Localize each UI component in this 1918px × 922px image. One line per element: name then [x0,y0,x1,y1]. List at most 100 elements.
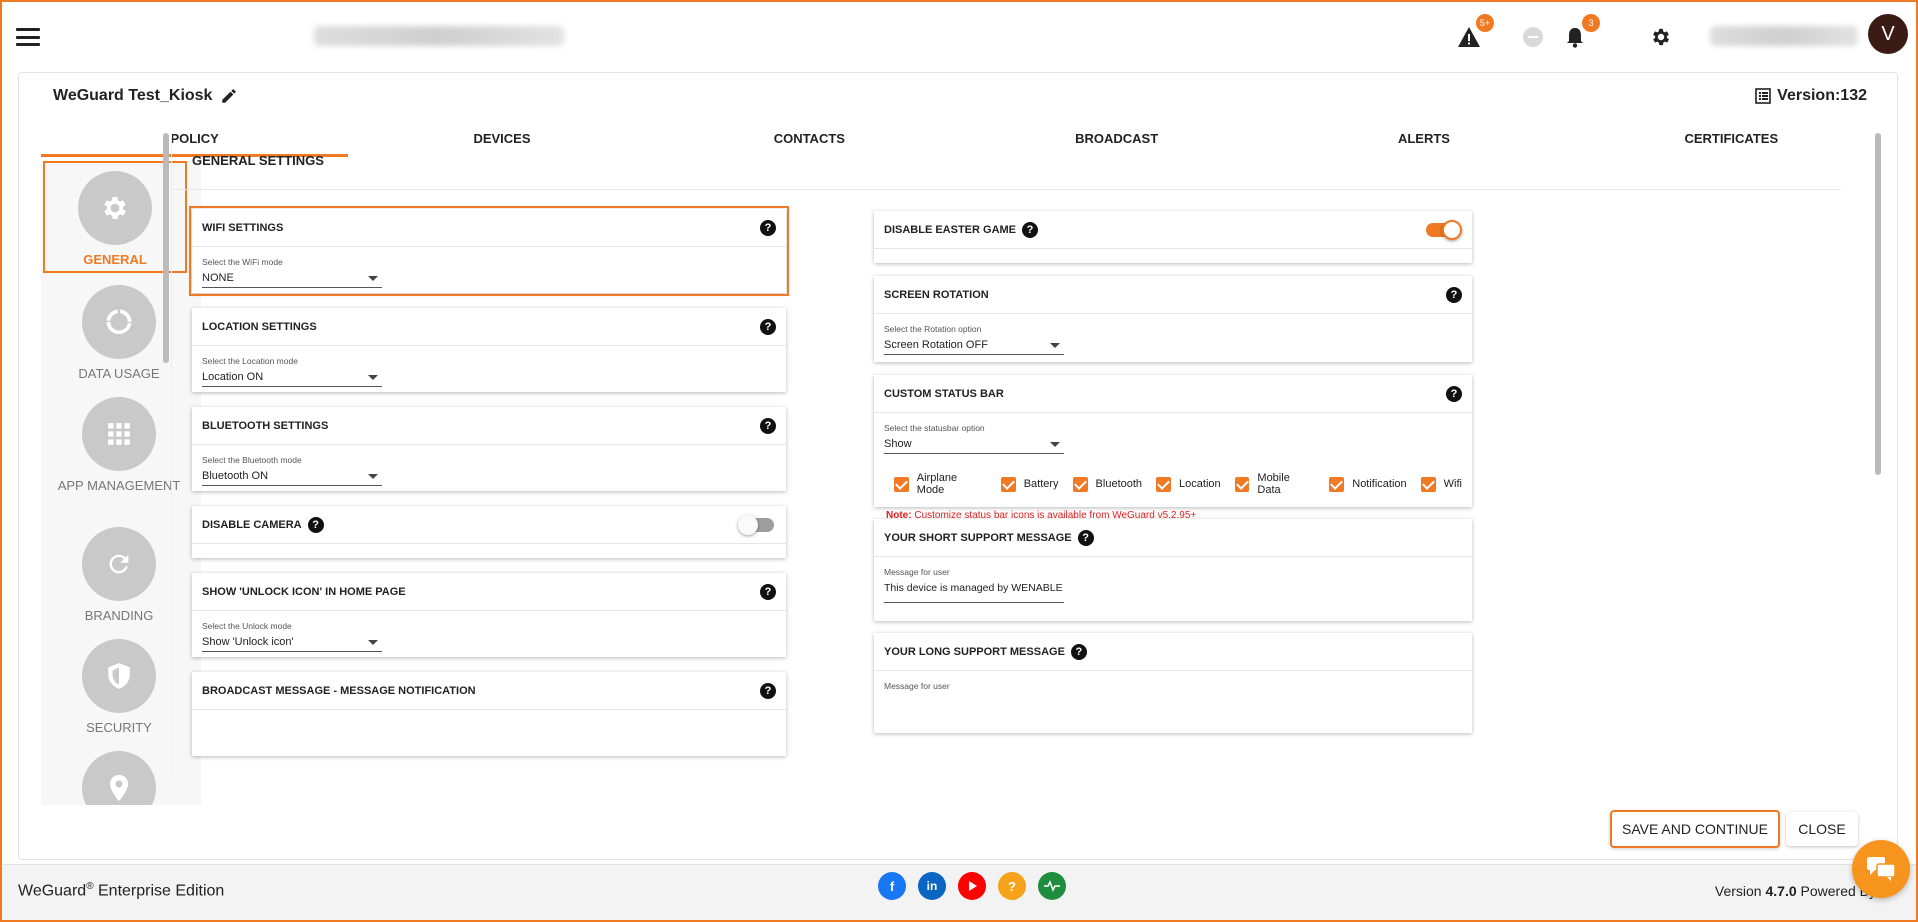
statusbar-note: Note: Customize status bar icons is avai… [874,496,1472,521]
checkbox-label: Location [1179,478,1221,490]
checkbox-mobile-data[interactable]: Mobile Data [1234,472,1316,496]
unlock-mode-field: Select the Unlock mode Show 'Unlock icon… [192,611,786,652]
version-number: 4.7.0 [1765,883,1797,899]
sidenav-scrollbar[interactable] [163,133,169,363]
checkbox-bluetooth[interactable]: Bluetooth [1072,476,1143,492]
field-label: Select the Location mode [202,356,298,366]
footer-version: Version 4.7.0 Powered By [1715,883,1876,899]
security-circle [82,639,156,713]
checkbox-checked-icon [1329,476,1345,492]
field-label: Select the WiFi mode [202,257,283,267]
disable-camera-header: DISABLE CAMERA ? [192,506,786,544]
checkbox-airplane-mode[interactable]: Airplane Mode [894,472,987,496]
bluetooth-mode-field: Select the Bluetooth mode Bluetooth ON [192,445,786,486]
registered-mark: ® [86,881,94,892]
short-support-message-header: YOUR SHORT SUPPORT MESSAGE ? [874,519,1472,557]
help-icon[interactable]: ? [760,683,776,699]
checkbox-location[interactable]: Location [1156,476,1221,492]
notifications-button[interactable]: 3 [1562,14,1600,50]
card-title: SCREEN ROTATION [884,288,989,301]
branding-circle [82,527,156,601]
help-icon[interactable]: ? [1077,529,1094,546]
short-message-textarea[interactable]: This device is managed by WENABLE [884,579,1064,603]
sidenav-label: DATA USAGE [78,366,160,381]
checkbox-label: Bluetooth [1095,478,1143,490]
wifi-mode-field: Select the WiFi mode NONE [192,247,786,288]
help-center-icon[interactable]: ? [998,872,1026,900]
location-mode-select[interactable]: Location ON [202,368,382,387]
toggle-knob [1442,220,1462,240]
checkbox-checked-icon [1234,476,1250,492]
checkbox-wifi[interactable]: Wifi [1420,476,1462,492]
user-avatar[interactable]: V [1868,14,1908,54]
sidenav-item-location[interactable] [49,751,189,805]
policy-version: Version:132 [1755,87,1867,105]
checkbox-label: Mobile Data [1257,472,1290,496]
chat-widget-button[interactable] [1852,840,1910,898]
help-icon[interactable]: ? [760,220,776,236]
version-prefix: Version [1714,883,1766,899]
content-header: GENERAL SETTINGS [192,153,324,168]
unlock-icon-header: SHOW 'UNLOCK ICON' IN HOME PAGE ? [192,573,786,611]
wifi-mode-select[interactable]: NONE [202,269,382,288]
sidenav-item-app-management[interactable]: APP MANAGEMENT [49,397,189,494]
unlock-mode-select[interactable]: Show 'Unlock icon' [202,633,382,652]
help-icon[interactable]: ? [1446,386,1462,402]
card-title: BLUETOOTH SETTINGS [202,419,329,432]
help-icon[interactable]: ? [1446,287,1462,303]
save-and-continue-button[interactable]: SAVE AND CONTINUE [1610,810,1780,848]
disable-camera-card: DISABLE CAMERA ? [192,506,786,558]
close-button[interactable]: CLOSE [1786,812,1858,846]
short-support-message-card: YOUR SHORT SUPPORT MESSAGE ? Message for… [874,519,1472,621]
location-circle [82,751,156,805]
menu-icon[interactable] [16,28,40,46]
rotation-option-field: Select the Rotation option Screen Rotati… [874,314,1472,355]
blurred-user-email [1710,26,1858,46]
custom-status-bar-card: CUSTOM STATUS BAR ? Select the statusbar… [874,375,1472,521]
help-icon[interactable]: ? [307,516,324,533]
edit-pencil-icon[interactable] [220,87,238,105]
bell-icon [1567,28,1583,48]
settings-button[interactable] [1648,24,1674,50]
facebook-icon[interactable]: f [878,872,906,900]
help-icon[interactable]: ? [1070,643,1087,660]
statusbar-option-field: Select the statusbar option Show [874,413,1472,454]
help-icon[interactable]: ? [760,319,776,335]
field-label: Message for user [884,567,950,577]
gear-icon [1653,28,1669,46]
checkbox-checked-icon [894,476,909,492]
checkbox-notification[interactable]: Notification [1329,476,1407,492]
linkedin-icon[interactable]: in [918,872,946,900]
pulse-icon [1044,880,1060,892]
warning-alerts-button[interactable]: 5+ [1456,14,1494,50]
checkbox-checked-icon [1072,476,1088,492]
help-icon[interactable]: ? [1022,221,1039,238]
rotation-option-select[interactable]: Screen Rotation OFF [884,336,1064,355]
wifi-settings-card: WIFI SETTINGS ? Select the WiFi mode NON… [189,206,789,296]
card-title: YOUR SHORT SUPPORT MESSAGE [884,531,1072,544]
sidenav-item-security[interactable]: SECURITY [49,639,189,736]
checkbox-battery[interactable]: Battery [1000,476,1059,492]
youtube-icon[interactable] [958,872,986,900]
bluetooth-mode-select[interactable]: Bluetooth ON [202,467,382,486]
custom-status-bar-header: CUSTOM STATUS BAR ? [874,375,1472,413]
card-title: DISABLE CAMERA [202,518,302,531]
screen-rotation-card: SCREEN ROTATION ? Select the Rotation op… [874,276,1472,362]
alerts-badge: 5+ [1476,14,1494,32]
disable-easter-game-toggle[interactable] [1426,220,1462,240]
top-bar: 5+ 3 V [2,2,1916,70]
status-pulse-icon[interactable] [1038,872,1066,900]
long-support-message-card: YOUR LONG SUPPORT MESSAGE ? Message for … [874,633,1472,733]
disable-camera-toggle[interactable] [738,515,774,535]
sidenav-item-branding[interactable]: BRANDING [49,527,189,624]
screen-rotation-header: SCREEN ROTATION ? [874,276,1472,314]
toggle-knob [738,515,758,535]
status-indicator[interactable] [1520,24,1546,50]
notifications-badge: 3 [1582,14,1600,32]
help-icon[interactable]: ? [760,418,776,434]
statusbar-option-select[interactable]: Show [884,435,1064,454]
card-title: DISABLE EASTER GAME [884,223,1017,236]
content-scrollbar[interactable] [1875,133,1881,475]
refresh-icon [109,554,129,574]
help-icon[interactable]: ? [760,584,776,600]
